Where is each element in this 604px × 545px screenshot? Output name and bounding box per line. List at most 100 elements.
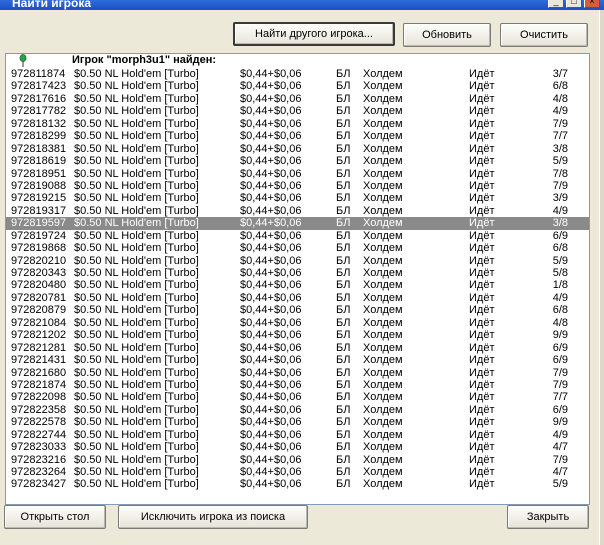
table-row[interactable]: 972820879 $0.50 NL Hold'em [Turbo] $0,44+$… — [6, 304, 589, 316]
table-row[interactable]: 972818381 $0.50 NL Hold'em [Turbo] $0,44+$… — [6, 143, 589, 155]
buy-in-cell: $0,44+$0,06 — [240, 179, 302, 192]
table-row[interactable]: 972821281 $0.50 NL Hold'em [Turbo] $0,44+$… — [6, 342, 589, 354]
players-count-cell: 7/9 — [552, 117, 568, 130]
status-cell: Идёт — [469, 204, 495, 217]
limit-type-cell: БЛ — [336, 403, 351, 416]
maximize-icon[interactable]: □ — [566, 0, 582, 8]
title-bar[interactable]: Найти игрока _ □ × — [0, 0, 604, 10]
refresh-button[interactable]: Обновить — [403, 23, 491, 47]
limit-type-cell: БЛ — [336, 428, 351, 441]
table-row[interactable]: 972818951 $0.50 NL Hold'em [Turbo] $0,44+$… — [6, 168, 589, 180]
table-row[interactable]: 972821680 $0.50 NL Hold'em [Turbo] $0,44+$… — [6, 367, 589, 379]
pin-icon — [19, 54, 27, 67]
status-cell: Идёт — [469, 155, 495, 168]
table-row[interactable]: 972822098 $0.50 NL Hold'em [Turbo] $0,44+$… — [6, 391, 589, 403]
status-cell: Идёт — [469, 378, 495, 391]
limit-type-cell: БЛ — [336, 142, 351, 155]
players-count-cell: 4/9 — [552, 105, 568, 118]
buy-in-cell: $0,44+$0,06 — [240, 204, 302, 217]
game-type-cell: Холдем — [363, 416, 403, 429]
table-row[interactable]: 972817782 $0.50 NL Hold'em [Turbo] $0,44+$… — [6, 105, 589, 117]
game-name-cell: $0.50 NL Hold'em [Turbo] — [74, 142, 199, 155]
find-player-window: Найти другого игрока... Обновить Очистит… — [0, 10, 604, 545]
table-row[interactable]: 972817616 $0.50 NL Hold'em [Turbo] $0,44+$… — [6, 93, 589, 105]
players-count-cell: 3/9 — [552, 192, 568, 205]
game-type-cell: Холдем — [363, 478, 403, 491]
table-row[interactable]: 972821874 $0.50 NL Hold'em [Turbo] $0,44+$… — [6, 379, 589, 391]
players-count-cell: 7/9 — [552, 378, 568, 391]
table-row[interactable]: 972820210 $0.50 NL Hold'em [Turbo] $0,44+$… — [6, 255, 589, 267]
clear-button[interactable]: Очистить — [500, 23, 588, 47]
game-name-cell: $0.50 NL Hold'em [Turbo] — [74, 453, 199, 466]
table-row[interactable]: 972819088 $0.50 NL Hold'em [Turbo] $0,44+$… — [6, 180, 589, 192]
status-cell: Идёт — [469, 279, 495, 292]
close-button[interactable]: Закрыть — [507, 505, 589, 529]
limit-type-cell: БЛ — [336, 279, 351, 292]
results-list[interactable]: Игрок "morph3u1" найден: 972811874 $0.50 … — [5, 53, 590, 505]
game-name-cell: $0.50 NL Hold'em [Turbo] — [74, 403, 199, 416]
table-row[interactable]: 972819317 $0.50 NL Hold'em [Turbo] $0,44+$… — [6, 205, 589, 217]
status-cell: Идёт — [469, 466, 495, 478]
game-type-cell: Холдем — [363, 279, 403, 292]
game-name-cell: $0.50 NL Hold'em [Turbo] — [74, 466, 199, 478]
game-name-cell: $0.50 NL Hold'em [Turbo] — [74, 167, 199, 180]
game-name-cell: $0.50 NL Hold'em [Turbo] — [74, 354, 199, 367]
limit-type-cell: БЛ — [336, 68, 351, 80]
minimize-icon[interactable]: _ — [548, 0, 564, 8]
table-row[interactable]: 972822744 $0.50 NL Hold'em [Turbo] $0,44+$… — [6, 429, 589, 441]
status-cell: Идёт — [469, 92, 495, 105]
players-count-cell: 6/9 — [552, 403, 568, 416]
players-count-cell: 4/8 — [552, 316, 568, 329]
table-row[interactable]: 972820781 $0.50 NL Hold'em [Turbo] $0,44+$… — [6, 292, 589, 304]
table-row[interactable]: 972821084 $0.50 NL Hold'em [Turbo] $0,44+$… — [6, 317, 589, 329]
table-row[interactable]: 972818299 $0.50 NL Hold'em [Turbo] $0,44+$… — [6, 130, 589, 142]
table-row[interactable]: 972820480 $0.50 NL Hold'em [Turbo] $0,44+$… — [6, 279, 589, 291]
table-row[interactable]: 972818132 $0.50 NL Hold'em [Turbo] $0,44+$… — [6, 118, 589, 130]
close-icon[interactable]: × — [584, 0, 600, 8]
table-row[interactable]: 972817423 $0.50 NL Hold'em [Turbo] $0,44+$… — [6, 80, 589, 92]
status-cell: Идёт — [469, 304, 495, 317]
tournament-id-cell: 972820210 — [11, 254, 67, 267]
status-cell: Идёт — [469, 478, 495, 491]
game-type-cell: Холдем — [363, 80, 403, 93]
status-cell: Идёт — [469, 341, 495, 354]
players-count-cell: 6/9 — [552, 229, 568, 242]
table-row[interactable]: 972821202 $0.50 NL Hold'em [Turbo] $0,44+$… — [6, 329, 589, 341]
open-table-button[interactable]: Открыть стол — [4, 505, 106, 529]
tournament-id-cell: 972817423 — [11, 80, 67, 93]
game-type-cell: Холдем — [363, 229, 403, 242]
game-name-cell: $0.50 NL Hold'em [Turbo] — [74, 279, 199, 292]
limit-type-cell: БЛ — [336, 478, 351, 491]
exclude-player-button[interactable]: Исключить игрока из поиска — [118, 505, 308, 529]
table-row[interactable]: 972822578 $0.50 NL Hold'em [Turbo] $0,44+$… — [6, 416, 589, 428]
table-row[interactable]: 972819868 $0.50 NL Hold'em [Turbo] $0,44+$… — [6, 242, 589, 254]
status-cell: Идёт — [469, 217, 495, 230]
table-row[interactable]: 972819724 $0.50 NL Hold'em [Turbo] $0,44+$… — [6, 230, 589, 242]
table-row[interactable]: 972811874 $0.50 NL Hold'em [Turbo] $0,44+$… — [6, 68, 589, 80]
table-row[interactable]: 972822358 $0.50 NL Hold'em [Turbo] $0,44+$… — [6, 404, 589, 416]
table-row[interactable]: 972823216 $0.50 NL Hold'em [Turbo] $0,44+$… — [6, 454, 589, 466]
buy-in-cell: $0,44+$0,06 — [240, 117, 302, 130]
table-row[interactable]: 972819597 $0.50 NL Hold'em [Turbo] $0,44+$… — [6, 217, 589, 230]
table-row[interactable]: 972820343 $0.50 NL Hold'em [Turbo] $0,44+$… — [6, 267, 589, 279]
players-count-cell: 3/8 — [552, 217, 568, 230]
status-cell: Идёт — [469, 428, 495, 441]
table-row[interactable]: 972823427 $0.50 NL Hold'em [Turbo] $0,44+$… — [6, 478, 589, 490]
table-row[interactable]: 972819215 $0.50 NL Hold'em [Turbo] $0,44+$… — [6, 192, 589, 204]
tournament-id-cell: 972819317 — [11, 204, 67, 217]
buy-in-cell: $0,44+$0,06 — [240, 304, 302, 317]
tournament-id-cell: 972821680 — [11, 366, 67, 379]
game-name-cell: $0.50 NL Hold'em [Turbo] — [74, 204, 199, 217]
game-name-cell: $0.50 NL Hold'em [Turbo] — [74, 179, 199, 192]
table-row[interactable]: 972818619 $0.50 NL Hold'em [Turbo] $0,44+$… — [6, 155, 589, 167]
players-count-cell: 7/8 — [552, 167, 568, 180]
table-row[interactable]: 972823033 $0.50 NL Hold'em [Turbo] $0,44+$… — [6, 441, 589, 453]
buy-in-cell: $0,44+$0,06 — [240, 378, 302, 391]
table-row[interactable]: 972823264 $0.50 NL Hold'em [Turbo] $0,44+$… — [6, 466, 589, 478]
find-other-player-button[interactable]: Найти другого игрока... — [233, 22, 395, 46]
tournament-id-cell: 972822578 — [11, 416, 67, 429]
players-count-cell: 6/9 — [552, 354, 568, 367]
game-type-cell: Холдем — [363, 167, 403, 180]
table-row[interactable]: 972821431 $0.50 NL Hold'em [Turbo] $0,44+$… — [6, 354, 589, 366]
limit-type-cell: БЛ — [336, 304, 351, 317]
